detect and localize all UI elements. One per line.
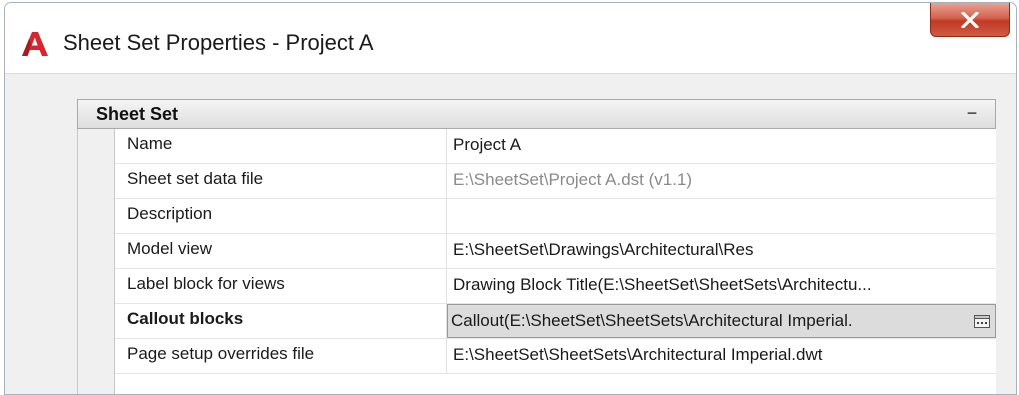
- property-label: Label block for views: [115, 269, 447, 303]
- window-title: Sheet Set Properties - Project A: [63, 30, 374, 55]
- property-value[interactable]: E:\SheetSet\SheetSets\Architectural Impe…: [447, 339, 996, 373]
- property-value-readonly: E:\SheetSet\Project A.dst (v1.1): [453, 170, 693, 189]
- title-bar[interactable]: Sheet Set Properties - Project A: [5, 3, 1016, 74]
- property-value-selected[interactable]: Callout(E:\SheetSet\SheetSets\Architectu…: [447, 304, 996, 338]
- property-label: Callout blocks: [115, 304, 447, 338]
- property-grid: Sheet Set − Name Project A Sheet set dat…: [77, 99, 996, 394]
- autocad-logo-icon: [22, 32, 48, 56]
- collapse-icon[interactable]: −: [965, 103, 979, 125]
- property-label: Description: [115, 199, 447, 233]
- property-label: Sheet set data file: [115, 164, 447, 198]
- browse-ellipsis-icon[interactable]: [973, 312, 991, 330]
- property-row-model-view[interactable]: Model view E:\SheetSet\Drawings\Architec…: [115, 234, 996, 269]
- property-label: Page setup overrides file: [115, 339, 447, 373]
- dialog-window: Sheet Set Properties - Project A Sheet S…: [4, 2, 1017, 395]
- property-row-data-file[interactable]: Sheet set data file E:\SheetSet\Project …: [115, 164, 996, 199]
- dialog-content: Sheet Set − Name Project A Sheet set dat…: [5, 74, 1016, 394]
- close-button[interactable]: [930, 3, 1010, 37]
- grid-gutter: [77, 129, 115, 394]
- category-title: Sheet Set: [96, 104, 179, 124]
- property-value-text: Callout(E:\SheetSet\SheetSets\Architectu…: [451, 311, 853, 330]
- close-icon: [961, 11, 979, 28]
- property-value[interactable]: [447, 199, 996, 233]
- property-row-page-setup[interactable]: Page setup overrides file E:\SheetSet\Sh…: [115, 339, 996, 374]
- property-row-label-block[interactable]: Label block for views Drawing Block Titl…: [115, 269, 996, 304]
- property-row-name[interactable]: Name Project A: [115, 129, 996, 164]
- property-row-callout-blocks[interactable]: Callout blocks Callout(E:\SheetSet\Sheet…: [115, 304, 996, 339]
- category-header-sheet-set[interactable]: Sheet Set −: [77, 99, 996, 129]
- property-value[interactable]: E:\SheetSet\Drawings\Architectural\Res: [447, 234, 996, 268]
- property-value[interactable]: Drawing Block Title(E:\SheetSet\SheetSet…: [447, 269, 996, 303]
- property-value[interactable]: Project A: [447, 129, 996, 163]
- property-label: Name: [115, 129, 447, 163]
- property-row-description[interactable]: Description: [115, 199, 996, 234]
- property-label: Model view: [115, 234, 447, 268]
